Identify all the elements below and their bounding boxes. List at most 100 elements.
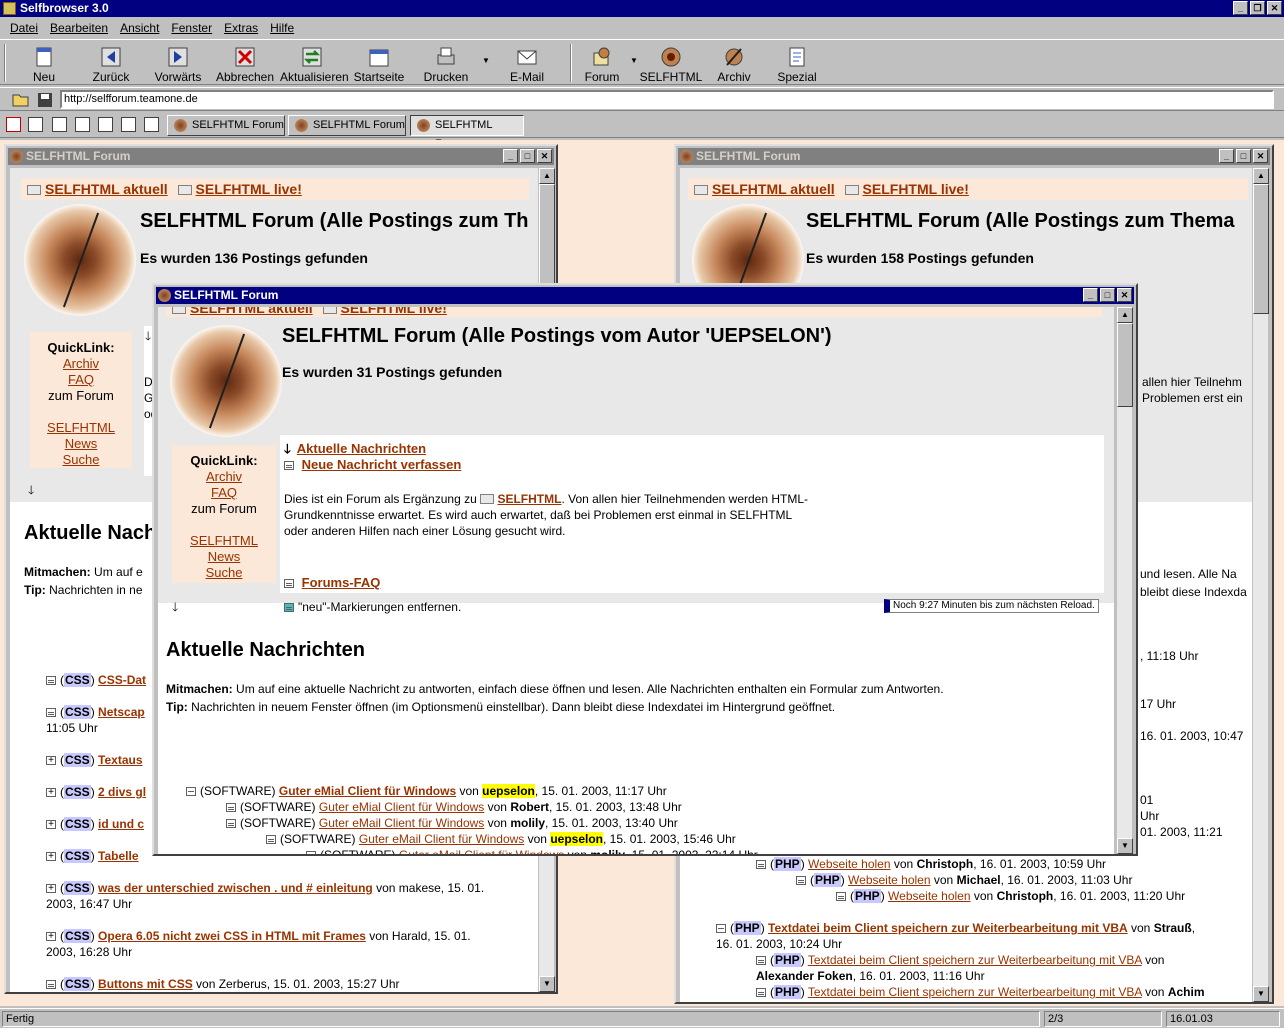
link-selfhtml-aktuell[interactable]: SELFHTML aktuell [190,307,313,316]
posting-icon[interactable] [46,881,56,897]
posting-link[interactable]: 2 divs gl [98,785,146,799]
posting-icon[interactable] [46,849,56,865]
posting-link[interactable]: was der unterschied zwischen . und # ein… [98,881,373,895]
single-window-icon[interactable] [52,117,67,132]
link-selfhtml-aktuell[interactable]: SELFHTML aktuell [712,181,835,197]
link-forums-faq[interactable]: Forums-FAQ [302,575,381,590]
posting-link[interactable]: Textdatei beim Client speichern zur Weit… [808,985,1142,999]
tab-selfhtml-forum-1[interactable]: SELFHTML Forum [167,115,285,136]
scroll-up-button[interactable]: ▲ [539,168,555,184]
menu-datei[interactable]: Datei [4,18,44,38]
menu-ansicht[interactable]: Ansicht [114,18,165,38]
close-all-windows-icon[interactable] [6,117,21,132]
link-neue-nachricht[interactable]: Neue Nachricht verfassen [302,457,462,472]
posting-link[interactable]: Netscap [98,705,145,719]
new-window-icon[interactable] [28,117,43,132]
scroll-thumb[interactable] [1253,184,1269,314]
close-button[interactable]: ✕ [537,149,552,163]
menu-extras[interactable]: Extras [218,18,264,38]
link-selfhtml[interactable]: SELFHTML [30,420,132,436]
link-faq[interactable]: FAQ [30,372,132,388]
posting-link[interactable]: Buttons mit CSS [98,977,193,991]
home-button[interactable]: Startseite [347,43,411,85]
posting-link[interactable]: Guter eMail Client für Windows [399,848,564,854]
tile-horizontal-icon[interactable] [121,117,136,132]
posting-link[interactable]: id und c [98,817,144,831]
print-dropdown-arrow-icon[interactable]: ▼ [482,56,490,65]
link-archiv[interactable]: Archiv [30,356,132,372]
tab-selfhtml-forum-3[interactable]: SELFHTML Forum [410,115,524,150]
down-arrow-icon[interactable]: 🡓 [145,328,151,344]
link-suche[interactable]: Suche [30,452,132,468]
close-button[interactable]: ✕ [1267,1,1282,15]
close-button[interactable]: ✕ [1253,149,1268,163]
posting-link[interactable]: Guter eMial Client für Windows [319,800,484,814]
forum-dropdown-arrow-icon[interactable]: ▼ [630,56,638,65]
link-selfhtml-intro[interactable]: SELFHTML [497,492,561,506]
link-suche[interactable]: Suche [172,565,276,581]
special-button[interactable]: Spezial [765,43,829,85]
posting-link[interactable]: Textdatei beim Client speichern zur Weit… [768,921,1128,935]
minimize-button[interactable]: _ [503,149,518,163]
link-faq[interactable]: FAQ [172,485,276,501]
link-selfhtml-live[interactable]: SELFHTML live! [196,181,302,197]
selfhtml-button[interactable]: SELFHTML [639,43,703,85]
scroll-up-button[interactable]: ▲ [1117,307,1133,323]
down-arrow-icon[interactable]: 🡓 [28,482,34,498]
window-title-bar[interactable]: SELFHTML Forum _ □ ✕ [156,287,1134,304]
maximize-button[interactable]: □ [520,149,535,163]
forum-window-center[interactable]: SELFHTML Forum _ □ ✕ SELFHTML aktuell SELF… [152,283,1138,856]
link-aktuelle-nachrichten[interactable]: Aktuelle Nachrichten [297,441,426,456]
url-input[interactable]: http://selfforum.teamone.de [60,90,1274,109]
posting-link[interactable]: Guter eMail Client für Windows [359,832,524,846]
email-button[interactable]: E-Mail [495,43,559,85]
posting-icon[interactable] [46,708,56,717]
posting-icon[interactable] [46,753,56,769]
posting-link[interactable]: Opera 6.05 nicht zwei CSS in HTML mit Fr… [98,929,366,943]
link-news[interactable]: News [30,436,132,452]
maximize-button[interactable]: □ [1236,149,1251,163]
save-disk-icon[interactable] [37,92,53,108]
collapse-icon[interactable] [716,924,726,933]
posting-icon[interactable] [46,980,56,989]
posting-icon[interactable] [46,817,56,833]
window-title-bar[interactable]: SELFHTML Forum _ □ ✕ [8,148,554,165]
unmark-icon[interactable] [284,603,294,612]
link-selfhtml-aktuell[interactable]: SELFHTML aktuell [45,181,168,197]
new-button[interactable]: Neu [12,43,76,85]
open-folder-icon[interactable] [12,92,30,108]
stop-button[interactable]: Abbrechen [213,43,277,85]
collapse-icon[interactable] [186,787,196,796]
link-selfhtml-live[interactable]: SELFHTML live! [863,181,969,197]
scroll-up-button[interactable]: ▲ [1253,168,1269,184]
vertical-scrollbar[interactable]: ▲ ▼ [1252,168,1269,1002]
forward-button[interactable]: Vorwärts [146,43,210,85]
link-news[interactable]: News [172,549,276,565]
posting-icon[interactable] [46,676,56,685]
menu-hilfe[interactable]: Hilfe [264,18,300,38]
refresh-button[interactable]: Aktualisieren [280,43,349,85]
minimize-button[interactable]: _ [1083,288,1098,302]
tab-selfhtml-forum-2[interactable]: SELFHTML Forum [288,115,406,136]
posting-link[interactable]: Webseite holen [808,857,891,871]
posting-link[interactable]: Textdatei beim Client speichern zur Weit… [808,953,1142,967]
restore-button[interactable]: ❐ [1250,1,1265,15]
posting-link[interactable]: Guter eMial Client für Windows [279,784,456,798]
maximize-button[interactable]: □ [1100,288,1115,302]
archive-button[interactable]: Archiv [702,43,766,85]
posting-link[interactable]: Textaus [98,753,142,767]
posting-icon[interactable] [46,785,56,801]
posting-icon[interactable] [46,929,56,945]
back-button[interactable]: Zurück [79,43,143,85]
vertical-scrollbar[interactable]: ▲ ▼ [1116,307,1133,854]
posting-link[interactable]: Webseite holen [848,873,931,887]
maximize-window-icon[interactable] [75,117,90,132]
minimize-button[interactable]: _ [1233,1,1248,15]
scroll-down-button[interactable]: ▼ [1253,986,1269,1002]
link-neu-markierungen[interactable]: "neu"-Markierungen entfernen. [298,600,461,614]
window-title-bar[interactable]: SELFHTML Forum _ □ ✕ [678,148,1270,165]
link-archiv[interactable]: Archiv [172,469,276,485]
forum-button[interactable]: Forum [570,43,634,85]
posting-link[interactable]: Guter eMail Client für Windows [319,816,484,830]
minimize-button[interactable]: _ [1219,149,1234,163]
